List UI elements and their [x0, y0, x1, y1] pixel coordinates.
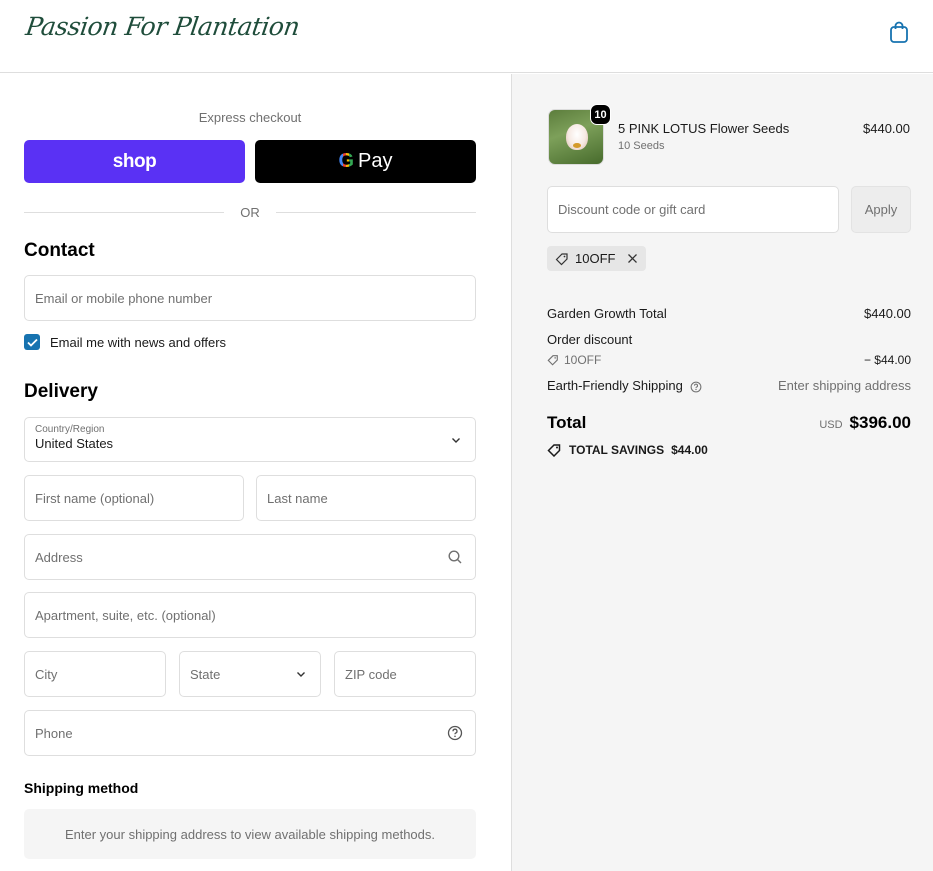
state-select[interactable]: State [179, 651, 321, 697]
order-discount-row: Order discount [547, 332, 911, 347]
shop-pay-button[interactable]: shop [24, 140, 245, 183]
total-currency: USD [819, 419, 843, 431]
contact-title: Contact [24, 240, 95, 261]
checkout-form: Express checkout shop G Pay OR Contact E… [0, 74, 511, 871]
or-label: OR [240, 204, 260, 220]
discount-input[interactable] [558, 202, 828, 217]
order-summary: 10 5 PINK LOTUS Flower Seeds 10 Seeds $4… [511, 74, 933, 871]
last-name-input[interactable] [267, 490, 465, 506]
country-select[interactable]: Country/Region United States [24, 417, 476, 462]
shipping-method-message: Enter your shipping address to view avai… [65, 826, 435, 842]
total-savings: TOTAL SAVINGS $44.00 [547, 443, 708, 457]
first-name-input[interactable] [35, 490, 233, 506]
total-value: $396.00 [849, 413, 911, 432]
subtotal-value: $440.00 [864, 306, 911, 321]
total-label: Total [547, 413, 587, 432]
newsletter-checkbox[interactable] [24, 334, 40, 350]
subtotal-row: Garden Growth Total $440.00 [547, 306, 911, 321]
phone-field[interactable] [24, 710, 476, 756]
zip-field[interactable] [334, 651, 476, 697]
applied-code-label: 10OFF [575, 251, 616, 266]
country-value: United States [35, 436, 114, 451]
remove-discount-icon[interactable] [627, 253, 638, 264]
shipping-method-title: Shipping method [24, 780, 139, 796]
delivery-title: Delivery [24, 381, 98, 402]
zip-input[interactable] [345, 666, 465, 682]
shipping-label: Earth-Friendly Shipping [547, 378, 683, 393]
chevron-down-icon [452, 437, 460, 443]
shop-pay-label: shop [112, 150, 157, 172]
tag-icon [555, 252, 568, 265]
store-logo[interactable]: Passion For Plantation [24, 12, 301, 41]
chevron-down-icon [297, 672, 305, 677]
google-pay-button[interactable]: G Pay [255, 140, 476, 183]
product-name: 5 PINK LOTUS Flower Seeds [618, 121, 790, 136]
shipping-value: Enter shipping address [778, 378, 911, 393]
first-name-field[interactable] [24, 475, 244, 521]
google-pay-label: Pay [358, 150, 393, 172]
savings-label: TOTAL SAVINGS [569, 443, 665, 457]
discount-field[interactable] [547, 186, 839, 233]
state-label: State [190, 666, 221, 682]
help-icon[interactable] [447, 725, 463, 741]
shipping-method-notice: Enter your shipping address to view avai… [24, 809, 476, 859]
phone-input[interactable] [35, 725, 465, 741]
apartment-field[interactable] [24, 592, 476, 638]
newsletter-row[interactable]: Email me with news and offers [24, 334, 226, 350]
city-field[interactable] [24, 651, 166, 697]
email-input[interactable] [35, 290, 465, 306]
site-header: Passion For Plantation [0, 0, 933, 73]
discount-value: − $44.00 [863, 353, 911, 367]
order-discount-label: Order discount [547, 332, 633, 347]
country-label: Country/Region [35, 424, 105, 435]
savings-value: $44.00 [671, 443, 708, 457]
last-name-field[interactable] [256, 475, 476, 521]
city-input[interactable] [35, 666, 155, 682]
total-row: Total USD $396.00 [547, 413, 911, 433]
shipping-row: Earth-Friendly Shipping Enter shipping a… [547, 378, 911, 393]
subtotal-label: Garden Growth Total [547, 306, 667, 321]
email-field[interactable] [24, 275, 476, 321]
quantity-badge: 10 [590, 104, 611, 125]
apply-button[interactable]: Apply [851, 186, 911, 233]
google-g-icon: G [338, 150, 355, 172]
search-icon[interactable] [447, 549, 463, 565]
newsletter-label: Email me with news and offers [50, 334, 227, 350]
express-checkout-title: Express checkout [198, 110, 302, 125]
product-variant: 10 Seeds [618, 140, 665, 152]
address-field[interactable] [24, 534, 476, 580]
discount-code-label: 10OFF [564, 353, 602, 367]
discount-detail-row: 10OFF − $44.00 [547, 353, 911, 367]
product-price: $440.00 [863, 121, 910, 136]
savings-tag-icon [547, 444, 561, 457]
tag-icon [547, 355, 558, 366]
applied-discount-chip: 10OFF [547, 246, 647, 271]
address-input[interactable] [35, 549, 465, 565]
or-divider: OR [24, 202, 476, 222]
apartment-input[interactable] [35, 607, 465, 623]
shopping-bag-icon[interactable] [888, 20, 910, 44]
help-icon[interactable] [690, 381, 702, 393]
